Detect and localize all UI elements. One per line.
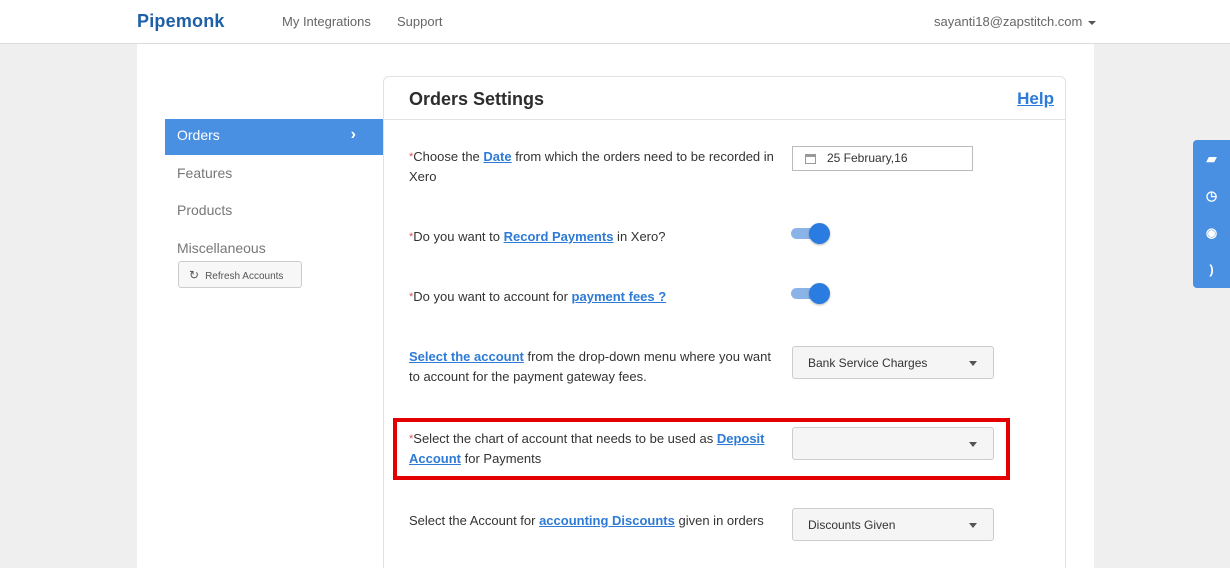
refresh-accounts-button[interactable]: ↻ Refresh Accounts <box>178 261 302 288</box>
help-link[interactable]: Help <box>1017 89 1054 109</box>
sidebar-item-orders[interactable]: Orders › <box>165 119 384 155</box>
nav-my-integrations[interactable]: My Integrations <box>282 14 371 29</box>
question-fees-account: Select the account from the drop-down me… <box>409 347 779 387</box>
accounting-discounts-link[interactable]: accounting Discounts <box>539 513 675 528</box>
brand-logo[interactable]: Pipemonk <box>137 11 225 32</box>
select-value: Bank Service Charges <box>808 356 928 370</box>
question-record-payments: *Do you want to Record Payments in Xero? <box>409 227 779 247</box>
question-text: for Payments <box>461 451 542 466</box>
payment-fees-link[interactable]: payment fees ? <box>572 289 667 304</box>
top-navbar: Pipemonk My Integrations Support sayanti… <box>0 0 1230 44</box>
sidebar-item-features[interactable]: Features <box>165 157 384 193</box>
question-text: Do you want to <box>413 229 504 244</box>
main-container: Orders › Features Products Miscellaneous… <box>137 44 1094 568</box>
question-text: Select the Account for <box>409 513 540 528</box>
sidebar-item-label: Products <box>177 202 233 218</box>
record-payments-link[interactable]: Record Payments <box>504 229 614 244</box>
question-date: *Choose the Date from which the orders n… <box>409 147 779 187</box>
select-value: Discounts Given <box>808 518 896 532</box>
calendar-icon <box>805 154 816 164</box>
question-payment-fees: *Do you want to account for payment fees… <box>409 287 779 307</box>
user-email: sayanti18@zapstitch.com <box>934 14 1083 29</box>
chevron-down-icon <box>1088 20 1096 25</box>
date-link[interactable]: Date <box>483 149 511 164</box>
discounts-account-select[interactable]: Discounts Given <box>792 508 994 541</box>
chevron-right-icon: › <box>350 126 356 143</box>
refresh-icon: ↻ <box>189 268 200 282</box>
orders-settings-panel: Orders Settings Help *Choose the Date fr… <box>383 76 1066 568</box>
record-payments-toggle[interactable] <box>791 223 830 244</box>
rss-icon[interactable]: ) <box>1193 251 1230 288</box>
date-input[interactable]: 25 February,16 <box>792 146 973 171</box>
payment-fees-toggle[interactable] <box>791 283 830 304</box>
question-text: Do you want to account for <box>413 289 572 304</box>
lifebuoy-icon[interactable]: ◉ <box>1193 214 1230 251</box>
page-title: Orders Settings <box>409 89 545 109</box>
sidebar-item-label: Features <box>177 165 233 181</box>
clock-icon[interactable]: ◷ <box>1193 177 1230 214</box>
user-menu[interactable]: sayanti18@zapstitch.com <box>934 14 1096 29</box>
sidebar-item-products[interactable]: Products <box>165 194 384 230</box>
question-discounts: Select the Account for accounting Discou… <box>409 511 779 531</box>
caret-down-icon <box>969 361 977 366</box>
nav-support[interactable]: Support <box>397 14 443 29</box>
question-text: Select the chart of account that needs t… <box>413 431 717 446</box>
question-text: given in orders <box>674 513 764 528</box>
refresh-accounts-label: Refresh Accounts <box>205 271 284 282</box>
date-value: 25 February,16 <box>827 151 908 165</box>
fees-account-select[interactable]: Bank Service Charges <box>792 346 994 379</box>
caret-down-icon <box>969 523 977 528</box>
question-deposit-account: *Select the chart of account that needs … <box>409 429 779 469</box>
caret-down-icon <box>969 442 977 447</box>
select-account-link[interactable]: Select the account <box>409 349 524 364</box>
toggle-knob <box>809 283 830 304</box>
sidebar-item-label: Miscellaneous <box>177 240 266 256</box>
question-text: Choose the <box>413 149 484 164</box>
book-icon[interactable]: ▰ <box>1193 140 1230 177</box>
panel-header: Orders Settings Help <box>384 77 1065 120</box>
floating-toolbar: ▰ ◷ ◉ ) <box>1193 140 1230 288</box>
deposit-account-select[interactable] <box>792 427 994 460</box>
sidebar-item-label: Orders <box>177 127 220 143</box>
toggle-knob <box>809 223 830 244</box>
question-text: in Xero? <box>613 229 666 244</box>
